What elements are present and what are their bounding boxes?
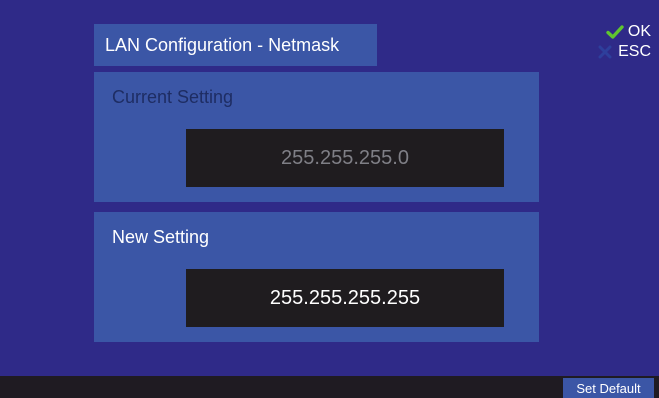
ok-button[interactable]: OK — [579, 22, 651, 42]
page-title: LAN Configuration - Netmask — [94, 24, 377, 66]
footer-bar: Set Default — [0, 376, 659, 398]
new-setting-label: New Setting — [112, 227, 210, 247]
check-icon — [606, 23, 624, 41]
set-default-button[interactable]: Set Default — [563, 378, 654, 398]
page-title-text: LAN Configuration - Netmask — [105, 34, 340, 55]
new-setting-field[interactable]: 255.255.255.255 — [186, 269, 504, 327]
esc-button[interactable]: ESC — [579, 42, 651, 62]
ok-label: OK — [627, 23, 651, 40]
current-setting-label: Current Setting — [112, 87, 234, 107]
new-setting-panel: New Setting 255.255.255.255 — [94, 212, 539, 342]
current-setting-value: 255.255.255.0 — [186, 129, 504, 187]
close-icon — [596, 43, 614, 61]
esc-label: ESC — [618, 43, 651, 60]
current-setting-panel: Current Setting 255.255.255.0 — [94, 72, 539, 202]
soft-key-group: OK ESC — [579, 22, 651, 62]
